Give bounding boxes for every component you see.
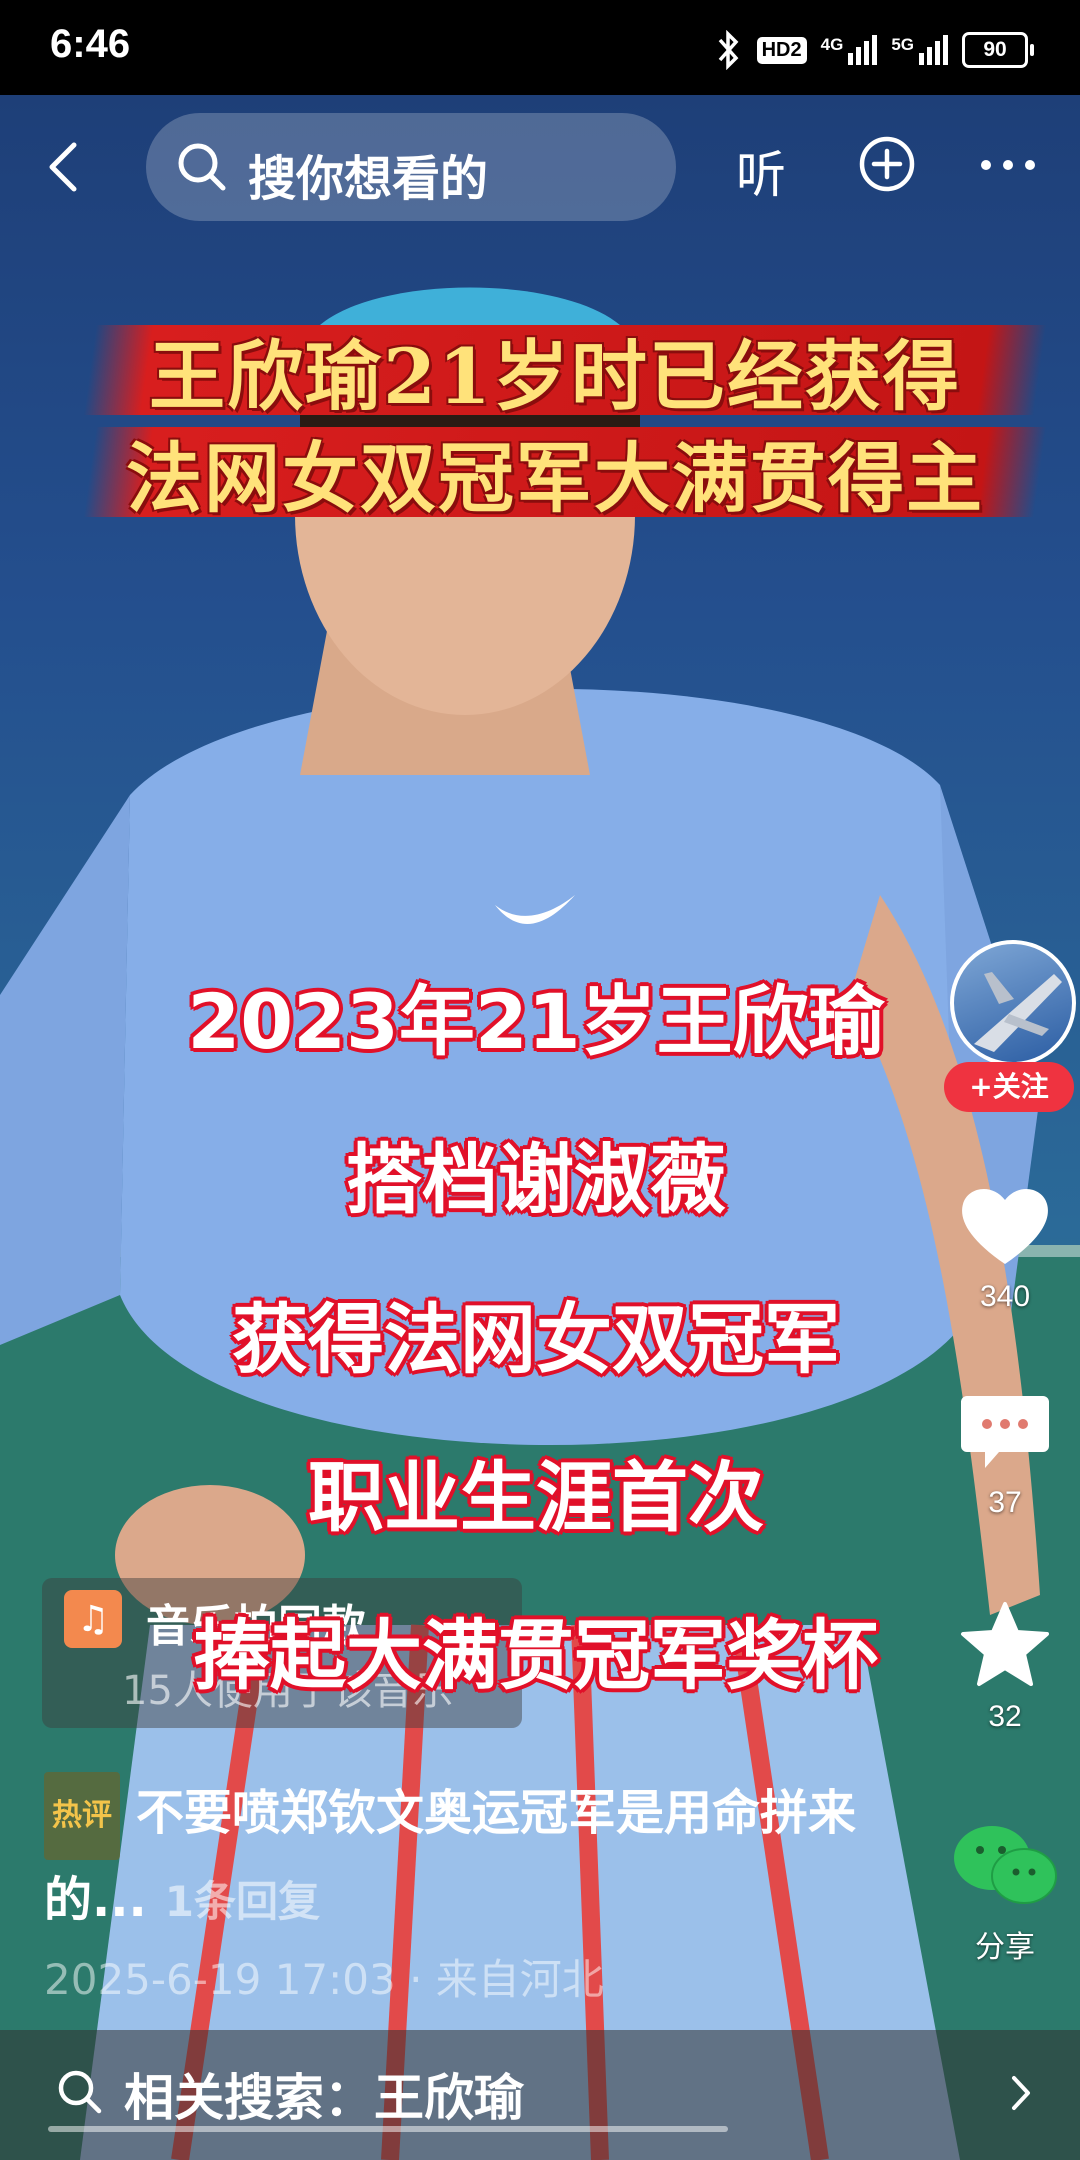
video-progress-bar[interactable]	[48, 2126, 728, 2132]
status-time: 6:46	[50, 22, 131, 66]
related-search-text: 相关搜索：王欣瑜	[124, 2069, 524, 2127]
status-icons: HD2 4G 5G 90	[713, 30, 1034, 70]
wechat-icon	[954, 1826, 1057, 1904]
signal-4g-icon: 4G	[821, 35, 878, 65]
favorite-count: 32	[988, 1700, 1022, 1733]
comment-meta: 2025-6-19 17:03 · 来自河北	[44, 1955, 604, 2004]
like-button[interactable]: 340	[950, 1180, 1060, 1314]
search-placeholder: 搜你想看的	[248, 151, 489, 207]
subtitle-line-3: 获得法网女双冠军	[232, 1295, 840, 1384]
video-title-banner: 王欣瑜21岁时已经获得 法网女双冠军大满贯得主	[60, 315, 1050, 523]
signal-5g-icon: 5G	[891, 35, 948, 65]
battery-icon: 90	[962, 32, 1034, 68]
subtitle-line-1: 2023年21岁王欣瑜	[187, 977, 885, 1066]
follow-button[interactable]: +关注	[944, 1062, 1074, 1112]
bluetooth-icon	[718, 30, 739, 70]
heart-icon	[962, 1188, 1048, 1264]
comment-count: 37	[988, 1486, 1022, 1519]
subtitle-line-5: 捧起大满贯冠军奖杯	[194, 1611, 878, 1700]
share-button[interactable]: 分享	[950, 1820, 1060, 1966]
hd-voice-badge: HD2	[756, 36, 807, 64]
listen-button[interactable]: 听	[736, 135, 786, 207]
more-options-icon[interactable]	[978, 155, 1038, 175]
subtitle-line-4: 职业生涯首次	[308, 1453, 764, 1542]
share-label: 分享	[975, 1931, 1035, 1964]
star-icon	[961, 1602, 1049, 1686]
related-search-bar[interactable]: 相关搜索：王欣瑜	[0, 2030, 1080, 2160]
add-circle-icon[interactable]	[858, 135, 916, 193]
favorite-button[interactable]: 32	[950, 1600, 1060, 1734]
status-bar: 6:46 HD2 4G 5G 90	[0, 0, 1080, 95]
author-avatar[interactable]	[950, 940, 1076, 1066]
chevron-right-icon	[1012, 2076, 1030, 2110]
like-count: 340	[979, 1280, 1031, 1313]
search-icon	[58, 2070, 102, 2114]
reply-count-link[interactable]: 1条回复	[165, 1877, 320, 1926]
hot-comment-body: 热评 不要喷郑钦文奥运冠军是用命拼来的... 1条回复	[44, 1772, 864, 1942]
back-arrow-icon[interactable]	[38, 137, 88, 197]
comment-bubble-icon	[961, 1396, 1049, 1468]
subtitle-line-2: 搭档谢淑薇	[346, 1135, 726, 1224]
hot-comment-badge: 热评	[44, 1772, 120, 1860]
title-line-1: 王欣瑜21岁时已经获得	[149, 332, 961, 421]
search-input[interactable]: 搜你想看的	[146, 113, 676, 221]
top-nav: 搜你想看的 听	[0, 95, 1080, 245]
search-icon	[178, 143, 226, 191]
hot-comment[interactable]: 热评 不要喷郑钦文奥运冠军是用命拼来的... 1条回复 2025-6-19 17:0…	[44, 1772, 864, 2007]
title-line-2: 法网女双冠军大满贯得主	[126, 434, 984, 523]
comment-button[interactable]: 37	[950, 1390, 1060, 1520]
